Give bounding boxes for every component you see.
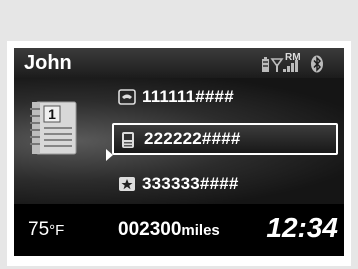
odometer-value: 002300 [118,219,182,240]
phonebook-icon: 1 [28,98,84,163]
phonebook-list-area: 1 111111#### 222222#### 333333#### [14,78,344,204]
outside-temperature: 75°F [28,219,64,242]
bluetooth-icon [311,55,323,73]
odometer-unit: miles [181,222,220,239]
phone-number: 111111#### [142,87,234,106]
phonebook-tab-label: 1 [48,106,56,122]
star-icon [118,176,136,197]
antenna-icon [270,58,284,72]
odometer: 002300miles [118,219,220,242]
temperature-unit: °F [49,222,65,239]
battery-icon [262,57,269,72]
clock: 12:34 [266,212,338,243]
phone-number: 222222#### [144,129,241,148]
phonebook-entry[interactable]: 111111#### [112,81,338,113]
temperature-value: 75 [28,219,50,240]
roaming-label: RM [285,52,301,63]
hfl-display: John RM 1 111111#### 222222#### 333333##… [14,48,344,256]
phone-number: 333333#### [142,174,239,193]
mobile-icon [120,131,136,154]
phonebook-entry-selected[interactable]: 222222#### [112,123,338,155]
frame: John RM 1 111111#### 222222#### 333333##… [7,41,351,266]
phone-icon [118,89,136,110]
phonebook-entry[interactable]: 333333#### [112,168,338,200]
status-icons: RM [260,51,338,75]
top-bar: John RM [14,48,344,78]
bottom-bar: 75°F 002300miles 12:34 [14,204,344,256]
user-name: John [24,52,72,74]
